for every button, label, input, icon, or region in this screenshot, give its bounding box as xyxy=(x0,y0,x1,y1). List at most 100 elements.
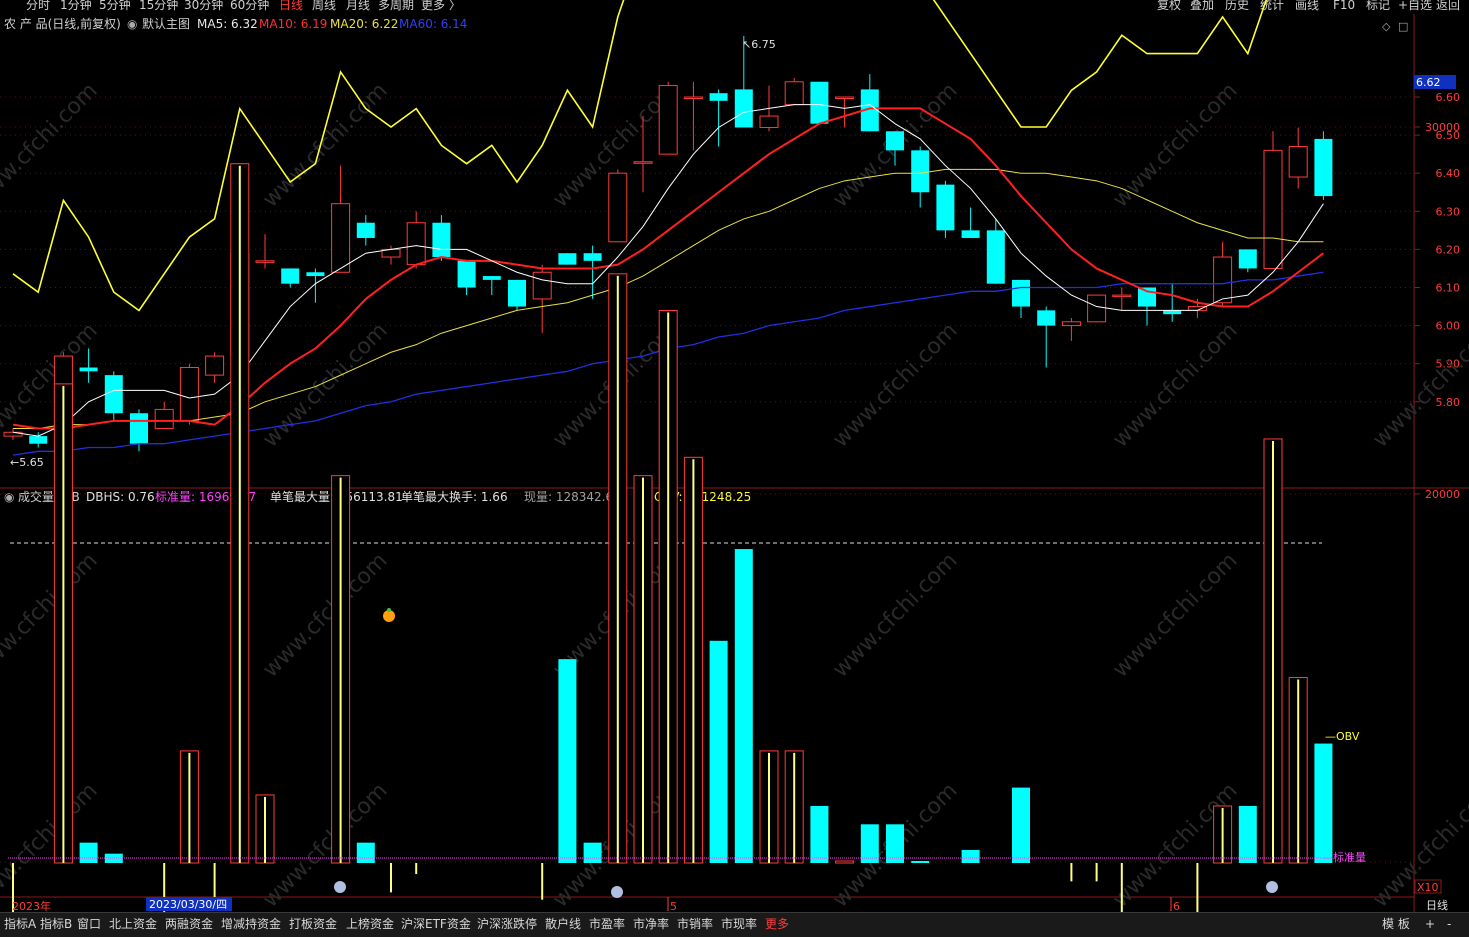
obv-line xyxy=(12,0,1268,312)
candle-body-down xyxy=(104,375,123,414)
bottom-tab-6[interactable]: 打板资金 xyxy=(289,916,337,932)
candle-body-up xyxy=(608,172,628,243)
watermark-text: www.cfchi.com xyxy=(0,78,103,212)
candle-body-down xyxy=(986,230,1005,284)
candle-body-up xyxy=(1061,321,1081,327)
candle-body-down xyxy=(961,230,980,238)
candle-body-up xyxy=(1213,256,1233,304)
low-price-label: ←5.65 xyxy=(10,456,44,469)
price-tick-label: 6.00 xyxy=(1436,320,1461,333)
candle-body-up xyxy=(205,355,225,376)
current-price-label: 6.62 xyxy=(1416,76,1441,89)
collapse-icon: □ xyxy=(1398,20,1408,33)
year-label: 2023年 xyxy=(12,899,51,912)
candle-body-up xyxy=(1288,146,1308,178)
watermark-text: www.cfchi.com xyxy=(258,78,392,212)
watermark-text: www.cfchi.com xyxy=(1108,318,1242,452)
candle-body-down xyxy=(1012,279,1030,307)
volume-bar-down xyxy=(558,659,577,863)
volume-bar-down xyxy=(734,549,753,863)
bottom-control-2[interactable]: - xyxy=(1447,916,1451,932)
bottom-tab-0[interactable]: 指标A xyxy=(4,916,36,932)
candle-body-up xyxy=(759,115,779,128)
candle-body-down xyxy=(356,222,375,238)
watermark-text: www.cfchi.com xyxy=(1368,318,1469,452)
diamond-icon: ◇ xyxy=(1382,20,1391,33)
candle-body-up xyxy=(784,81,804,106)
candle-body-down xyxy=(130,413,148,444)
volume-bar-down xyxy=(1012,787,1030,863)
volume-bar-down xyxy=(583,842,602,863)
volume-bar-down xyxy=(709,640,728,863)
candle-body-down xyxy=(558,253,577,265)
candle-body-down xyxy=(508,279,526,307)
bottom-tab-15[interactable]: 更多 xyxy=(765,916,789,932)
candle-body-up xyxy=(154,408,174,429)
candle-body-up xyxy=(1087,294,1107,323)
candle-body-down xyxy=(886,131,904,151)
candle-body-down xyxy=(281,268,300,284)
bottom-tab-2[interactable]: 窗口 xyxy=(77,916,101,932)
candle-body-up xyxy=(179,367,199,422)
candle-body-down xyxy=(1163,310,1182,315)
volume-bar-down xyxy=(1314,743,1333,863)
volume-bar-down xyxy=(79,842,98,863)
watermark-text: www.cfchi.com xyxy=(828,548,962,682)
std-line-label: —标准量 xyxy=(1322,850,1366,864)
sad-face-icon xyxy=(611,886,623,898)
candle-body-up xyxy=(255,260,275,263)
bottom-tab-5[interactable]: 增减持资金 xyxy=(221,916,281,932)
volume-bar-down xyxy=(911,861,930,863)
candle-body-down xyxy=(911,150,930,193)
candle-body-up xyxy=(683,96,703,99)
chart-canvas[interactable]: 5.805.906.006.106.206.306.406.506.606.62… xyxy=(0,0,1469,912)
bottom-tab-11[interactable]: 市盈率 xyxy=(589,916,625,932)
bottom-tab-8[interactable]: 沪深ETF资金 xyxy=(401,916,471,932)
candle-body-up xyxy=(1112,294,1132,298)
candle-body-up xyxy=(658,85,678,155)
bottom-tab-3[interactable]: 北上资金 xyxy=(109,916,157,932)
volume-bar-down xyxy=(1238,805,1257,863)
volume-bar-down xyxy=(860,824,879,863)
candle-body-up xyxy=(532,271,552,300)
bottom-tab-13[interactable]: 市销率 xyxy=(677,916,713,932)
bottom-tab-1[interactable]: 指标B xyxy=(40,916,72,932)
candle-body-down xyxy=(79,367,98,372)
high-price-label: ↖6.75 xyxy=(742,38,776,51)
candle-body-down xyxy=(936,184,955,231)
candle-body-down xyxy=(432,222,451,258)
candle-body-down xyxy=(482,276,501,280)
bottom-tab-7[interactable]: 上榜资金 xyxy=(346,916,394,932)
volume-tick-label: 30000 xyxy=(1425,121,1460,134)
bottom-tab-9[interactable]: 沪深涨跌停 xyxy=(477,916,537,932)
bottom-tab-4[interactable]: 两融资金 xyxy=(165,916,213,932)
watermark-text: www.cfchi.com xyxy=(1108,78,1242,212)
watermark-text: www.cfchi.com xyxy=(1108,548,1242,682)
bottom-control-1[interactable]: + xyxy=(1425,916,1435,932)
volume-bar-down xyxy=(886,824,904,863)
price-tick-label: 6.10 xyxy=(1436,282,1461,295)
volume-bar-up xyxy=(835,860,855,864)
month-5-label: 5 xyxy=(670,900,677,912)
candle-body-down xyxy=(306,272,325,277)
sad-face-icon xyxy=(1266,881,1278,893)
bottom-tab-10[interactable]: 散户线 xyxy=(545,916,581,932)
candle-body-down xyxy=(709,93,728,101)
bottom-control-0[interactable]: 模 板 xyxy=(1382,916,1410,932)
orange-event-leaf xyxy=(387,608,391,612)
candle-body-down xyxy=(1037,310,1056,326)
candle-body-down xyxy=(1238,249,1257,269)
obv-line-label: —OBV xyxy=(1325,730,1360,743)
price-tick-label: 6.20 xyxy=(1436,243,1461,256)
date-cursor-label: 2023/03/30/四 xyxy=(149,898,227,911)
bottom-tab-12[interactable]: 市净率 xyxy=(633,916,669,932)
volume-tick-label: 20000 xyxy=(1425,488,1460,501)
price-tick-label: 6.40 xyxy=(1436,167,1461,180)
candle-body-down xyxy=(583,253,602,261)
month-6-label: 6 xyxy=(1173,900,1180,912)
candle-body-up xyxy=(633,161,653,164)
price-tick-label: 6.60 xyxy=(1436,91,1461,104)
candle-body-down xyxy=(29,436,48,444)
volume-multiplier: X10 xyxy=(1417,881,1439,894)
bottom-tab-14[interactable]: 市现率 xyxy=(721,916,757,932)
